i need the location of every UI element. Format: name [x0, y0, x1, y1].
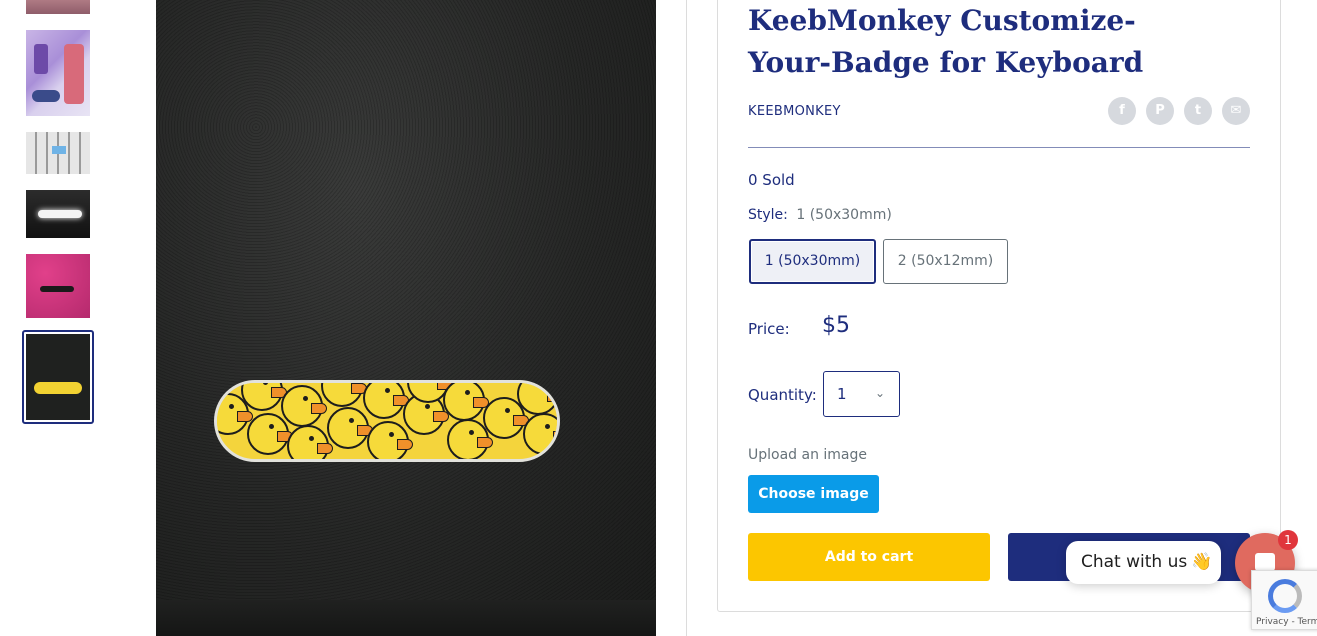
recaptcha-icon [1268, 579, 1302, 613]
main-product-image[interactable] [156, 0, 656, 636]
style-option-2[interactable]: 2 (50x12mm) [883, 239, 1008, 284]
chat-prompt[interactable]: Chat with us 👋 [1066, 541, 1221, 584]
wave-icon: 👋 [1191, 552, 1213, 572]
style-label: Style: [748, 207, 788, 223]
thumbnail-4[interactable] [26, 190, 90, 238]
style-option-1[interactable]: 1 (50x30mm) [749, 239, 876, 284]
recaptcha-badge[interactable]: Privacy - Terms [1251, 570, 1317, 630]
thumbnail-2[interactable] [26, 30, 90, 116]
chat-bubble-icon [1255, 553, 1275, 576]
sold-count: 0 Sold [748, 171, 795, 189]
choose-image-button[interactable]: Choose image [748, 475, 879, 513]
share-buttons: f P t ✉ [1108, 97, 1250, 125]
divider [686, 0, 687, 636]
duck-badge-image [214, 380, 560, 462]
quantity-select[interactable]: 1 ⌄ [823, 371, 900, 417]
thumbnail-1[interactable] [26, 0, 90, 14]
quantity-label: Quantity: [748, 386, 817, 404]
chat-label: Chat with us [1081, 552, 1188, 572]
chat-notification-badge: 1 [1278, 530, 1298, 550]
product-title: KeebMonkey Customize-Your-Badge for Keyb… [748, 4, 1144, 79]
price-value: $5 [822, 313, 850, 338]
price-label: Price: [748, 320, 790, 338]
style-label-row: Style: 1 (50x30mm) [748, 207, 892, 223]
quantity-value: 1 [837, 385, 847, 403]
thumbnail-6[interactable] [26, 334, 90, 420]
pinterest-icon[interactable]: P [1146, 97, 1174, 125]
divider [748, 147, 1250, 148]
email-icon[interactable]: ✉ [1222, 97, 1250, 125]
product-page: KeebMonkey Customize-Your-Badge for Keyb… [0, 0, 1317, 636]
chevron-down-icon: ⌄ [874, 386, 885, 400]
thumbnail-5[interactable] [26, 254, 90, 318]
facebook-icon[interactable]: f [1108, 97, 1136, 125]
add-to-cart-button[interactable]: Add to cart [748, 533, 990, 581]
vendor-link[interactable]: KEEBMONKEY [748, 104, 841, 119]
twitter-icon[interactable]: t [1184, 97, 1212, 125]
style-value: 1 (50x30mm) [796, 207, 892, 223]
product-info-card [717, 0, 1281, 612]
thumbnail-3[interactable] [26, 132, 90, 174]
upload-label: Upload an image [748, 447, 868, 463]
recaptcha-text: Privacy - Terms [1256, 617, 1317, 627]
